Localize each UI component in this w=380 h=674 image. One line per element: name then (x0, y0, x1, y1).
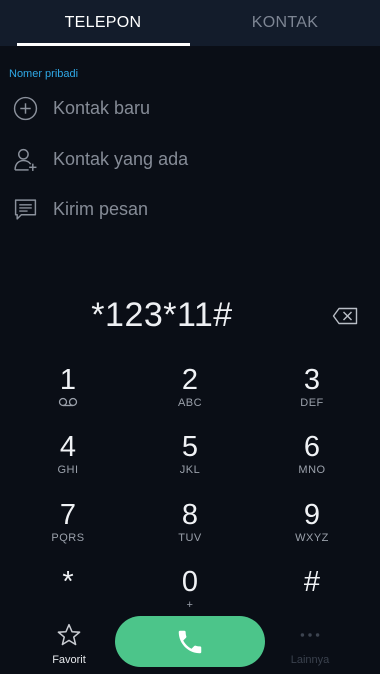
star-icon (57, 623, 81, 646)
key-letters: DEF (300, 397, 324, 409)
key-1[interactable]: 1 (18, 364, 118, 420)
key-digit: 8 (181, 499, 199, 531)
key-letters: PQRS (51, 532, 85, 544)
key-digit: * (62, 566, 74, 598)
phone-icon (178, 630, 202, 653)
key-digit: 3 (303, 364, 321, 396)
key-9[interactable]: 9 WXYZ (262, 499, 362, 555)
tab-telepon[interactable]: TELEPON (8, 0, 198, 46)
dialed-number: *123*11# (91, 296, 233, 334)
key-letters: ABC (177, 397, 203, 409)
key-4[interactable]: 4 GHI (18, 431, 118, 487)
more-icon (300, 633, 320, 637)
add-circle-icon (13, 96, 38, 120)
key-letters: GHI (57, 464, 79, 476)
key-3[interactable]: 3 DEF (262, 364, 362, 420)
key-letters: WXYZ (295, 532, 329, 544)
key-digit: 0 (181, 566, 199, 598)
key-letters: TUV (178, 532, 202, 544)
existing-contact-label: Kontak yang ada (53, 148, 189, 169)
voicemail-icon (58, 397, 78, 407)
favorit-button[interactable]: Favorit (34, 622, 104, 666)
key-6[interactable]: 6 MNO (262, 431, 362, 487)
key-letters: MNO (298, 464, 326, 476)
key-digit: 6 (303, 431, 321, 463)
key-digit: 1 (59, 364, 77, 396)
key-digit: 7 (59, 499, 77, 531)
lainnya-button[interactable]: Lainnya (275, 622, 345, 666)
message-icon (14, 198, 37, 220)
favorit-label: Favorit (52, 654, 86, 666)
send-message-label: Kirim pesan (53, 198, 149, 219)
key-star[interactable]: * (18, 566, 118, 622)
key-digit: # (303, 566, 321, 598)
call-button[interactable] (115, 616, 265, 667)
key-digit: 5 (181, 431, 199, 463)
key-digit: 4 (59, 431, 77, 463)
key-2[interactable]: 2 ABC (140, 364, 240, 420)
new-contact-item[interactable]: Kontak baru (0, 86, 380, 130)
key-0[interactable]: 0 + (140, 566, 240, 622)
key-letters: JKL (179, 464, 201, 476)
backspace-icon[interactable] (332, 307, 358, 325)
tab-kontak[interactable]: KONTAK (190, 0, 380, 46)
key-8[interactable]: 8 TUV (140, 499, 240, 555)
key-digit: 9 (303, 499, 321, 531)
send-message-item[interactable]: Kirim pesan (0, 187, 380, 231)
key-digit: 2 (181, 364, 199, 396)
lainnya-label: Lainnya (290, 654, 330, 666)
key-letters: + (186, 599, 194, 611)
section-label: Nomer pribadi (9, 68, 79, 80)
new-contact-label: Kontak baru (53, 97, 151, 118)
add-person-icon (14, 148, 37, 171)
tab-bar: TELEPON KONTAK (0, 0, 380, 46)
key-7[interactable]: 7 PQRS (18, 499, 118, 555)
existing-contact-item[interactable]: Kontak yang ada (0, 137, 380, 181)
key-5[interactable]: 5 JKL (140, 431, 240, 487)
key-hash[interactable]: # (262, 566, 362, 622)
tab-indicator (17, 43, 190, 46)
